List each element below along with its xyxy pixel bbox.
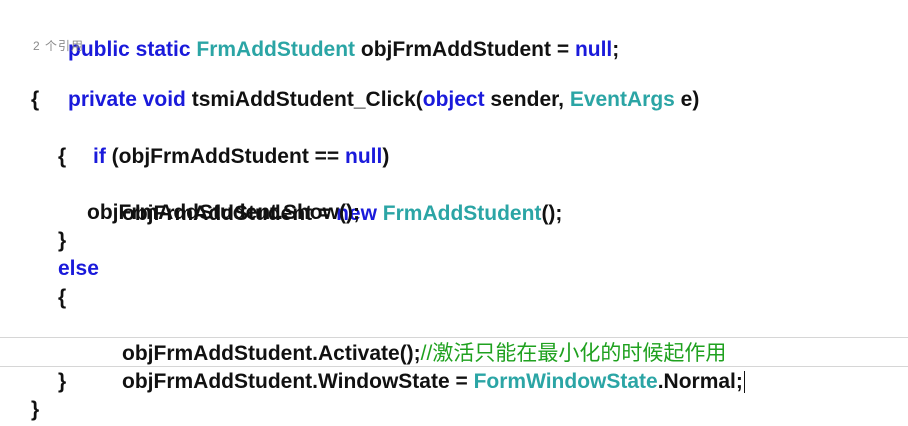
code-line-12[interactable]: objFrmAddStudent.WindowState = FormWindo…: [0, 338, 908, 394]
open-brace: {: [58, 286, 67, 309]
close-brace: }: [31, 398, 40, 421]
open-brace: {: [58, 145, 67, 168]
show-call: objFrmAddStudent.Show();: [87, 201, 360, 224]
keyword-else: else: [58, 257, 99, 280]
code-line-5[interactable]: {: [0, 142, 908, 171]
code-line-4[interactable]: if (objFrmAddStudent == null): [0, 113, 908, 168]
code-line-11[interactable]: objFrmAddStudent.Activate();//激活只能在最小化的时…: [0, 310, 908, 365]
code-line-9[interactable]: else: [0, 254, 908, 283]
code-line-1[interactable]: public static FrmAddStudent objFrmAddStu…: [0, 6, 908, 61]
code-line-2[interactable]: private void tsmiAddStudent_Click(object…: [0, 56, 908, 111]
code-line-14[interactable]: }: [0, 395, 908, 424]
code-line-8[interactable]: }: [0, 226, 908, 255]
code-line-13[interactable]: }: [0, 367, 908, 396]
code-line-3[interactable]: {: [0, 85, 908, 114]
close-brace: }: [58, 229, 67, 252]
close-brace: }: [58, 370, 67, 393]
code-line-10[interactable]: {: [0, 283, 908, 312]
open-brace: {: [31, 88, 40, 111]
codelens-references[interactable]: 2 个引用: [33, 38, 84, 54]
code-line-7[interactable]: objFrmAddStudent.Show();: [0, 198, 908, 227]
code-editor[interactable]: public static FrmAddStudent objFrmAddStu…: [0, 0, 908, 426]
code-line-6[interactable]: objFrmAddStudent = new FrmAddStudent();: [0, 170, 908, 225]
